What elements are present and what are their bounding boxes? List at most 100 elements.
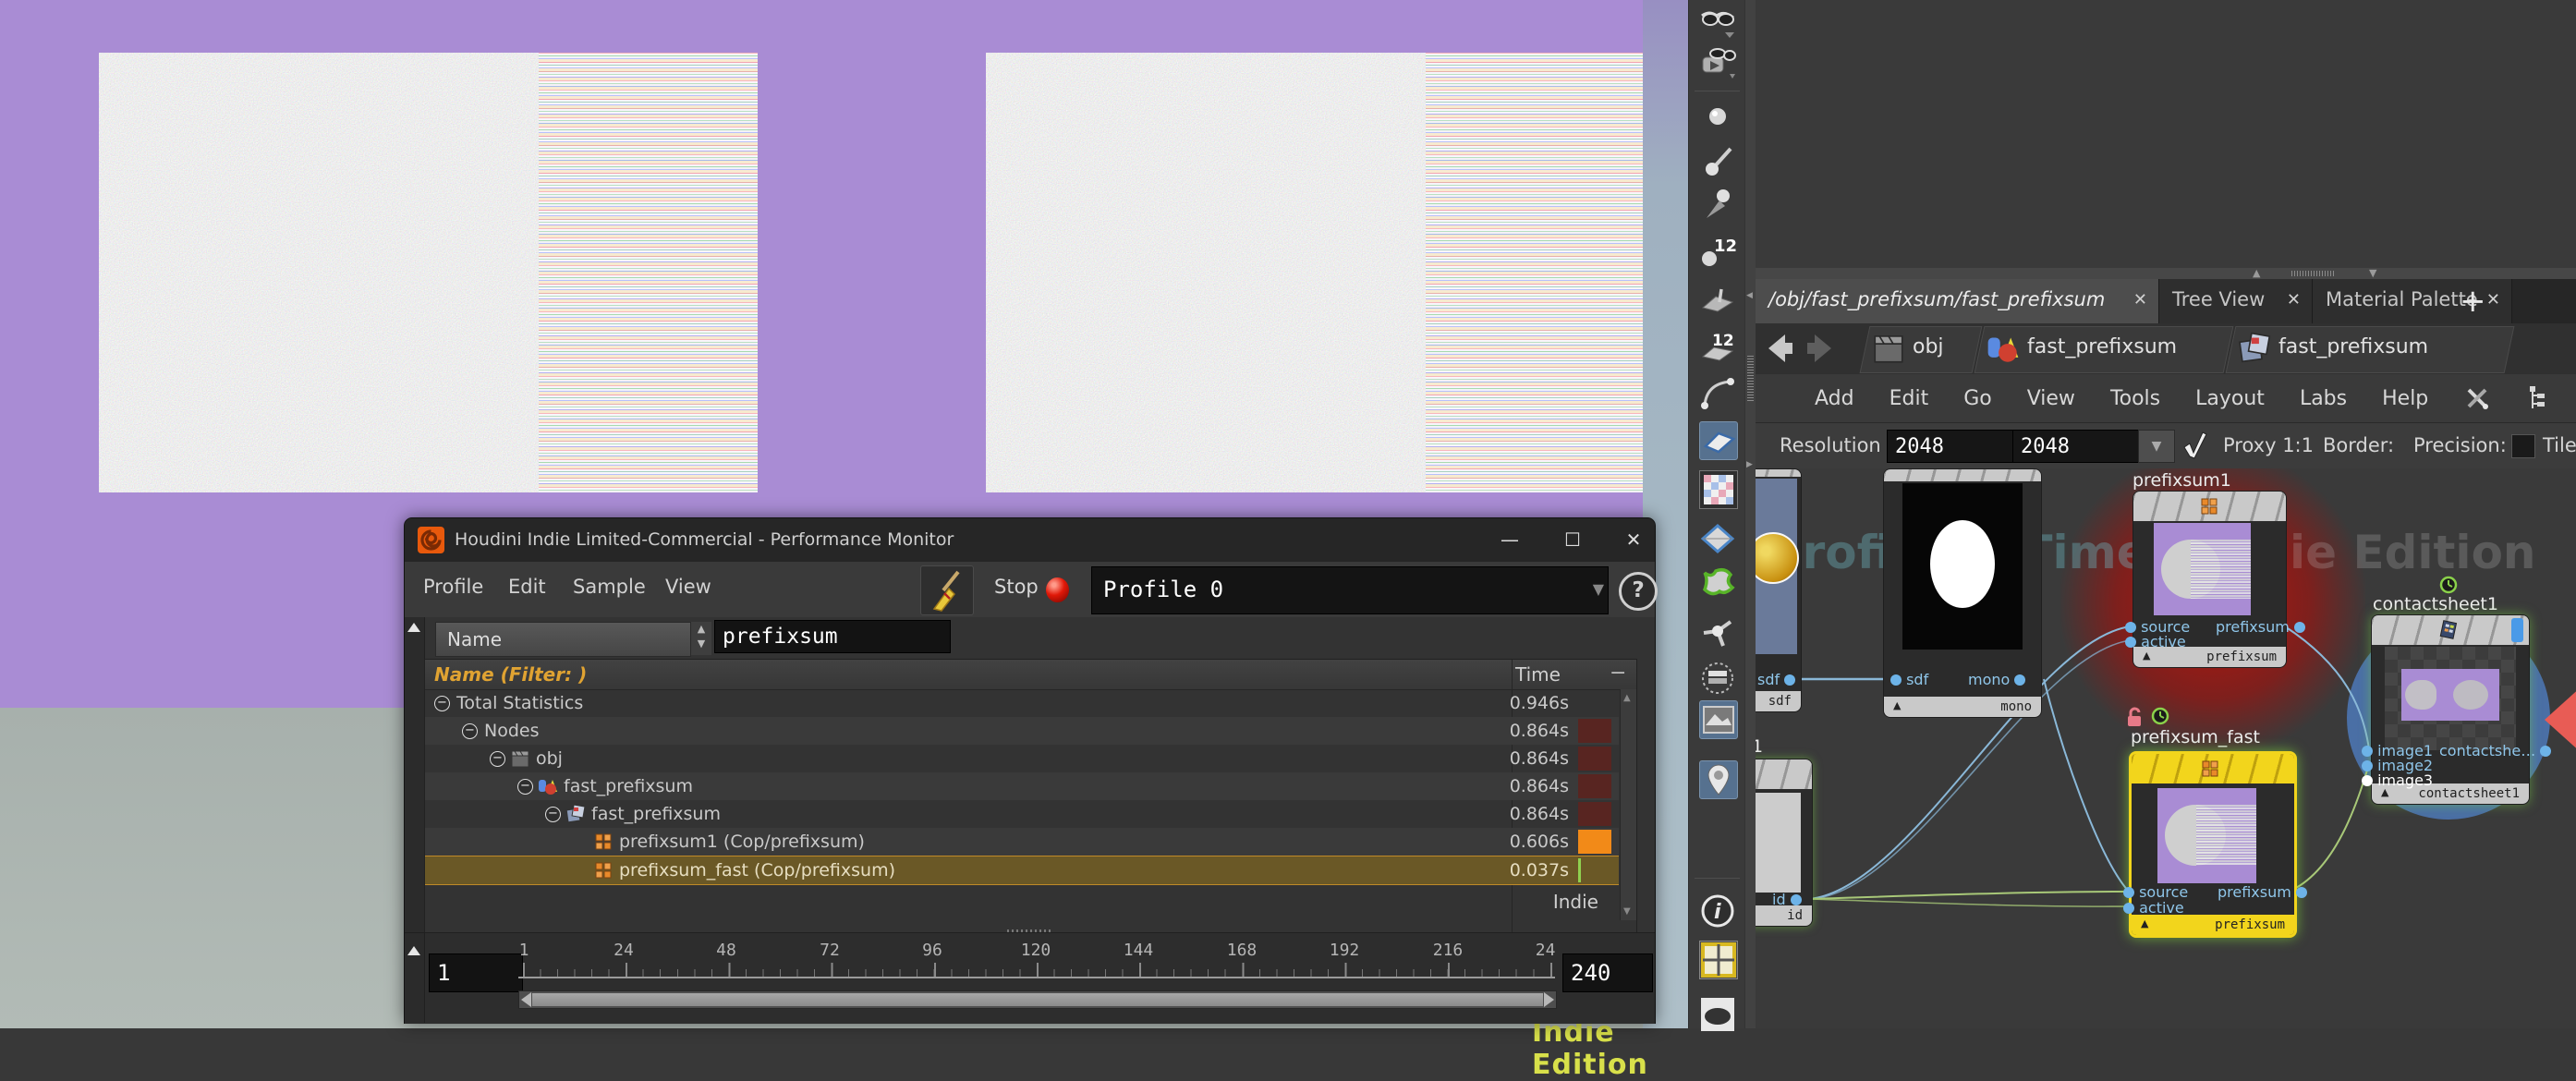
tree-time-header[interactable]: Time <box>1515 663 1561 686</box>
close-icon[interactable]: ✕ <box>2486 290 2500 310</box>
proxy-label[interactable]: Proxy 1:1 <box>2223 434 2314 456</box>
port-dot[interactable] <box>1890 674 1902 686</box>
port-dot[interactable] <box>2125 622 2136 633</box>
menu-edit[interactable]: Edit <box>508 576 546 598</box>
table-row[interactable]: − Nodes 0.864s <box>425 717 1619 745</box>
close-icon[interactable]: ✕ <box>2133 290 2147 310</box>
range-handle-right[interactable] <box>1544 992 1554 1007</box>
profile-select[interactable]: Profile 0 ▼ <box>1091 566 1609 614</box>
collapse-toggle[interactable]: − <box>434 696 450 711</box>
port-prefixsum-out[interactable]: prefixsum <box>2218 883 2307 901</box>
menu-profile[interactable]: Profile <box>423 576 483 598</box>
quad-plane-tool-active[interactable] <box>1699 421 1738 460</box>
hierarchy-icon[interactable] <box>2526 384 2554 412</box>
checker-background-icon[interactable] <box>1699 470 1738 509</box>
menu-view[interactable]: View <box>2027 387 2075 410</box>
table-row[interactable]: − obj 0.864s <box>425 745 1619 772</box>
curve-handle-icon[interactable] <box>1699 374 1736 411</box>
forward-arrow-icon[interactable] <box>1802 331 1837 366</box>
filter-value-input[interactable] <box>714 620 951 653</box>
menu-labs[interactable]: Labs <box>2300 387 2347 410</box>
breadcrumb-label[interactable]: fast_prefixsum <box>2278 335 2428 358</box>
render-view-icon[interactable] <box>1699 44 1736 81</box>
pane-scroll-strip[interactable]: ▲ ▼ <box>1756 268 2576 279</box>
breadcrumb-label[interactable]: fast_prefixsum <box>2027 335 2177 358</box>
port-dot[interactable] <box>2123 887 2134 898</box>
image-view-tool-active[interactable] <box>1699 700 1738 739</box>
collapse-toggle[interactable]: − <box>545 807 561 822</box>
frame-ruler[interactable]: 1 24 48 72 96 120 144 168 192 216 240 <box>518 941 1555 985</box>
node-title-id[interactable]: 1 <box>1756 736 1763 757</box>
tab-tree-view[interactable]: Tree View ✕ <box>2159 279 2313 323</box>
record-indicator[interactable] <box>1046 577 1069 602</box>
port-sdf-out[interactable]: sdf <box>1757 671 1795 688</box>
add-tab-button[interactable]: + <box>2460 283 2486 320</box>
visibility-icon[interactable] <box>1699 996 1736 1033</box>
brush-tool-icon[interactable] <box>1699 143 1736 180</box>
layer-stack-icon[interactable] <box>1699 660 1736 697</box>
table-row[interactable]: − fast_prefixsum 0.864s <box>425 800 1619 828</box>
breadcrumb-label[interactable]: obj <box>1913 335 1944 358</box>
port-dot[interactable] <box>2125 637 2136 648</box>
menu-edit[interactable]: Edit <box>1889 387 1929 410</box>
back-arrow-icon[interactable] <box>1763 331 1798 366</box>
table-row[interactable]: prefixsum1 (Cop/prefixsum) 0.606s <box>425 828 1619 856</box>
stamp-tool-icon[interactable] <box>1699 280 1736 317</box>
maximize-button[interactable]: ☐ <box>1557 526 1588 553</box>
close-button[interactable]: ✕ <box>1618 526 1649 553</box>
tree-scrollbar[interactable]: ▲ ▼ <box>1620 689 1636 920</box>
table-row-selected[interactable]: prefixsum_fast (Cop/prefixsum) 0.037s <box>425 856 1619 885</box>
menu-add[interactable]: Add <box>1815 387 1854 410</box>
minimize-button[interactable]: — <box>1494 526 1525 553</box>
tree-header-row[interactable]: Name (Filter: ) Time − <box>425 660 1636 690</box>
menu-sample[interactable]: Sample <box>573 576 646 598</box>
tab-network-path[interactable]: /obj/fast_prefixsum/fast_prefixsum ✕ <box>1756 279 2159 323</box>
menu-go[interactable]: Go <box>1963 387 1992 410</box>
playbar-edge-strip[interactable] <box>405 933 425 1023</box>
port-dot[interactable] <box>2123 903 2134 914</box>
menu-view[interactable]: View <box>665 576 711 598</box>
port-dot[interactable] <box>1784 674 1795 686</box>
pin-tool-icon[interactable] <box>1699 185 1736 222</box>
diamond-plane-icon[interactable] <box>1699 520 1736 557</box>
border-label[interactable]: Border: <box>2323 434 2394 456</box>
column-collapse-button[interactable]: − <box>1610 662 1626 685</box>
tools-wrench-icon[interactable] <box>2463 384 2491 412</box>
distort-tool-icon[interactable] <box>1699 564 1736 601</box>
port-dot[interactable] <box>1791 894 1802 905</box>
stop-label[interactable]: Stop <box>994 576 1039 598</box>
port-active-in[interactable]: active <box>2125 633 2186 650</box>
pm-title-bar[interactable]: Houdini Indie Limited-Commercial - Perfo… <box>405 518 1655 563</box>
port-image3-in[interactable]: image3 <box>2362 771 2433 789</box>
menu-tools[interactable]: Tools <box>2110 387 2160 410</box>
collapse-toggle[interactable]: − <box>462 723 478 739</box>
port-sdf-in[interactable]: sdf <box>1890 671 1928 688</box>
port-prefixsum-out[interactable]: prefixsum <box>2216 618 2305 636</box>
port-dot[interactable] <box>2294 622 2305 633</box>
resolution-preset-dropdown[interactable]: ▼ <box>2138 430 2175 463</box>
locate-pin-tool-active[interactable] <box>1699 760 1738 799</box>
port-active-in[interactable]: active <box>2123 899 2184 917</box>
collapse-toggle[interactable]: − <box>517 779 533 795</box>
range-handle-left[interactable] <box>521 992 531 1007</box>
pm-left-edge-strip[interactable] <box>405 617 425 932</box>
particle-tool-icon[interactable] <box>1699 613 1736 650</box>
table-row[interactable]: − fast_prefixsum 0.864s <box>425 772 1619 800</box>
port-dot[interactable] <box>2362 760 2373 771</box>
chevron-down-icon[interactable]: ▼ <box>1593 580 1604 598</box>
network-editor[interactable]: Profile 0: Time Indie Edition sdf sdf ▲ … <box>1756 468 2576 1028</box>
help-button[interactable]: ? <box>1619 572 1658 611</box>
port-dot[interactable] <box>2296 887 2307 898</box>
point-count-icon[interactable]: 12 <box>1699 233 1736 270</box>
node-title-prefixsum-fast[interactable]: prefixsum_fast <box>2131 727 2260 747</box>
port-mono-out[interactable]: mono <box>1968 671 2025 688</box>
view-mode-icon[interactable] <box>1699 5 1736 42</box>
end-frame-input[interactable] <box>1562 953 1653 992</box>
port-dot[interactable] <box>2362 775 2373 786</box>
resolution-x-input[interactable] <box>1887 430 2014 463</box>
clear-profiles-button[interactable] <box>920 565 974 615</box>
collapse-toggle[interactable]: − <box>490 751 505 767</box>
filter-field-select[interactable]: Name <box>435 622 691 657</box>
range-bar[interactable] <box>532 993 1543 1006</box>
resolution-y-input[interactable] <box>2012 430 2140 463</box>
